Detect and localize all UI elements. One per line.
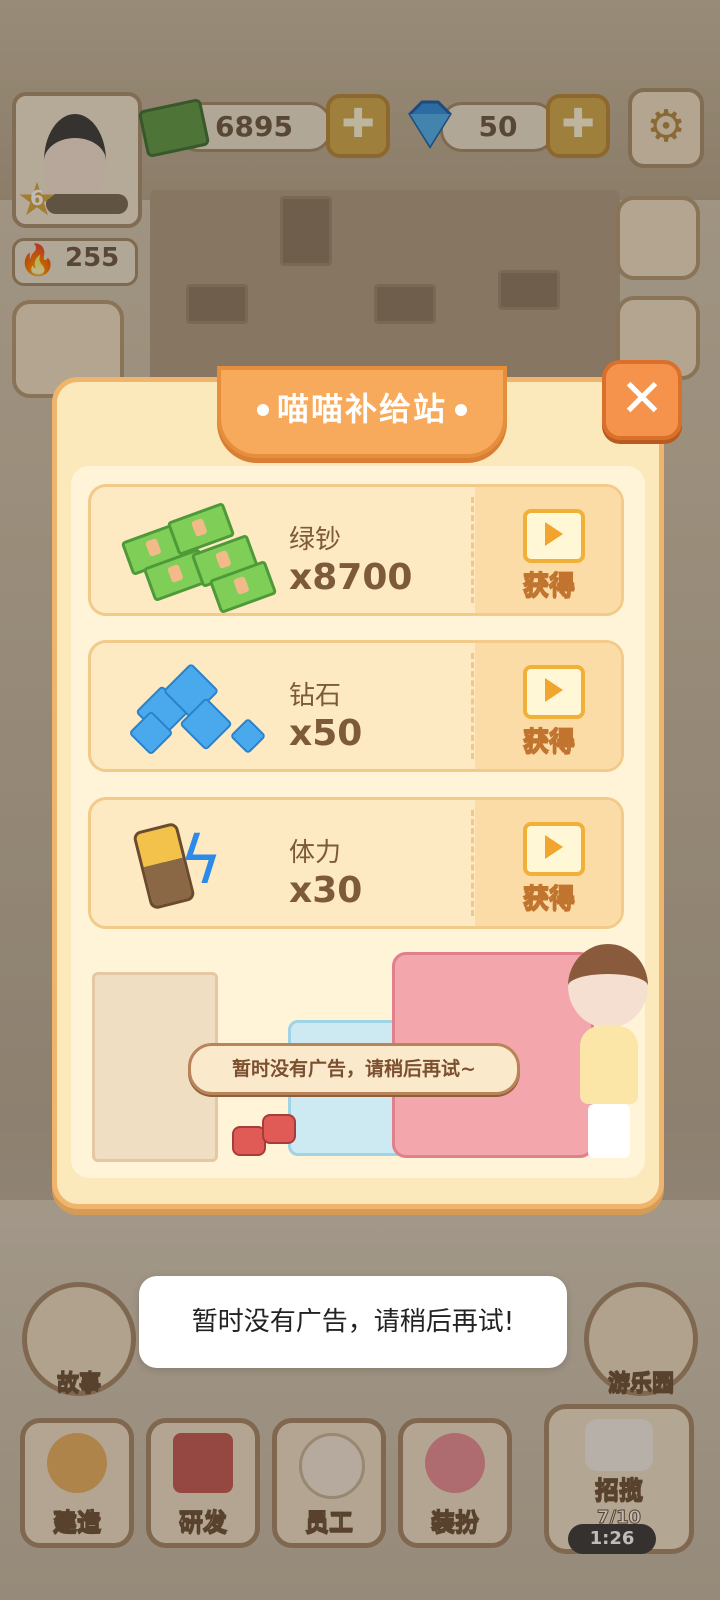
ticket-divider bbox=[471, 497, 474, 603]
reward-name: 绿钞 bbox=[289, 525, 342, 555]
video-ad-icon bbox=[523, 665, 585, 719]
close-icon[interactable]: ✕ bbox=[602, 360, 682, 440]
ticket-divider bbox=[471, 810, 474, 916]
get-button-label: 获得 bbox=[522, 884, 575, 915]
no-ad-notice: 暂时没有广告，请稍后再试~ bbox=[188, 1043, 520, 1095]
can-illustration bbox=[232, 1126, 266, 1156]
get-diamond-button[interactable]: 获得 bbox=[475, 643, 621, 769]
reward-amount: x30 bbox=[289, 870, 363, 911]
get-cash-button[interactable]: 获得 bbox=[475, 487, 621, 613]
reward-item-cash: 绿钞 x8700 获得 bbox=[88, 484, 624, 616]
get-energy-button[interactable]: 获得 bbox=[475, 800, 621, 926]
reward-name: 钻石 bbox=[289, 681, 342, 711]
toast-message: 暂时没有广告，请稍后再试! bbox=[139, 1276, 567, 1368]
can-illustration bbox=[262, 1114, 296, 1144]
get-button-label: 获得 bbox=[522, 727, 575, 758]
title-dot bbox=[455, 404, 467, 416]
reward-amount: x50 bbox=[289, 713, 363, 754]
reward-amount: x8700 bbox=[289, 557, 413, 598]
reward-item-diamond: 钻石 x50 获得 bbox=[88, 640, 624, 772]
shopkeeper-girl-illustration bbox=[560, 944, 656, 1166]
get-button-label: 获得 bbox=[522, 571, 575, 602]
dialog-title-tab: 喵喵补给站 bbox=[217, 366, 507, 458]
video-ad-icon bbox=[523, 822, 585, 876]
video-ad-icon bbox=[523, 509, 585, 563]
lightning-bolt-icon: ϟ bbox=[179, 822, 223, 899]
reward-item-energy: ϟ 体力 x30 获得 bbox=[88, 797, 624, 929]
reward-name: 体力 bbox=[289, 838, 342, 868]
ticket-divider bbox=[471, 653, 474, 759]
